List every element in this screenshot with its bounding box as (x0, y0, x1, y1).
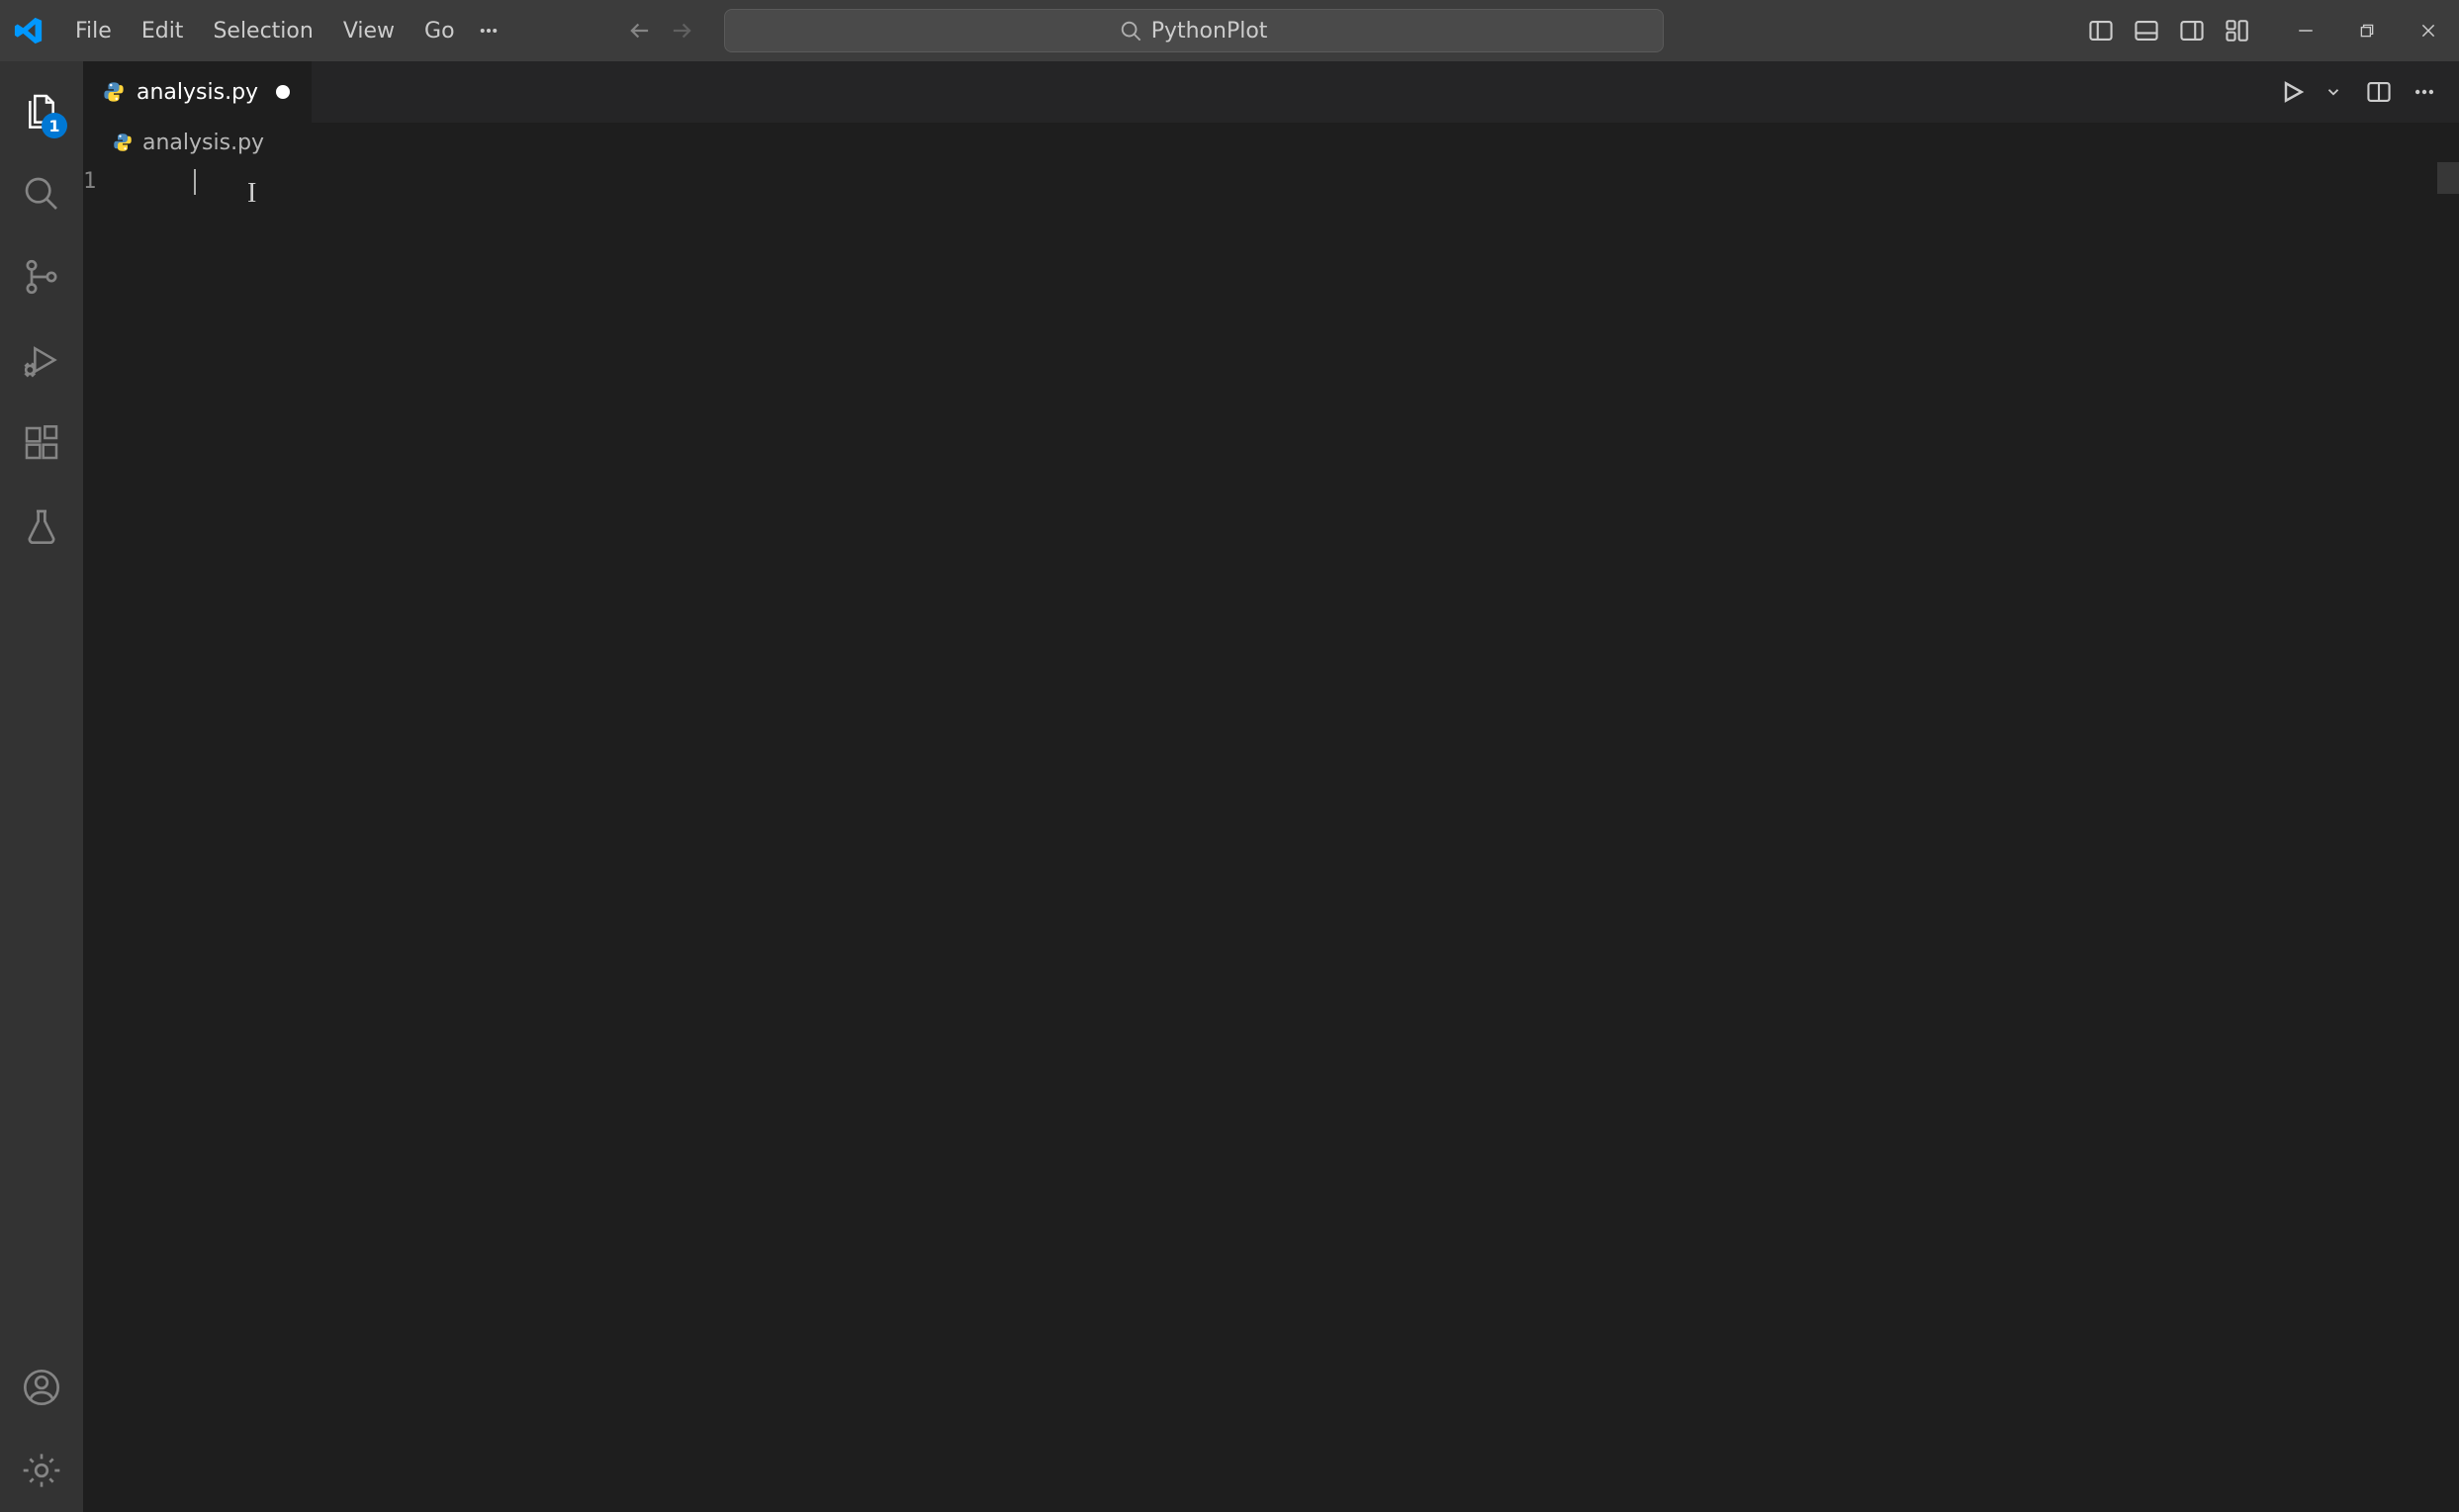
overview-thumb[interactable] (2437, 162, 2459, 194)
workbench-body: 1 (0, 61, 2459, 1512)
window-controls (2275, 0, 2459, 61)
toggle-panel-icon[interactable] (2127, 11, 2166, 50)
run-dropdown-icon[interactable] (2313, 71, 2354, 113)
activity-extensions[interactable] (0, 401, 83, 485)
activity-source-control[interactable] (0, 235, 83, 318)
activity-accounts[interactable] (0, 1346, 83, 1429)
code-line[interactable] (182, 166, 2459, 198)
nav-back-icon[interactable] (621, 12, 659, 49)
window-minimize-icon[interactable] (2275, 0, 2336, 61)
window-close-icon[interactable] (2398, 0, 2459, 61)
code-editor[interactable]: 1 I (83, 162, 2459, 1512)
activity-settings[interactable] (0, 1429, 83, 1512)
command-center-search[interactable]: PythonPlot (724, 9, 1664, 52)
python-file-icon (113, 133, 133, 152)
customize-layout-icon[interactable] (2218, 11, 2257, 50)
menu-edit[interactable]: Edit (128, 13, 198, 49)
editor-actions (2277, 61, 2459, 123)
menu-go[interactable]: Go (410, 13, 469, 49)
line-number-gutter: 1 (83, 162, 182, 1512)
run-file-button[interactable] (2277, 78, 2309, 106)
python-file-icon (103, 81, 125, 103)
layout-controls (2081, 11, 2257, 50)
activity-run-debug[interactable] (0, 318, 83, 401)
editor-area: analysis.py (83, 61, 2459, 1512)
search-icon (1120, 20, 1141, 42)
editor-more-icon[interactable] (2404, 71, 2445, 113)
activity-search[interactable] (0, 152, 83, 235)
overview-ruler[interactable] (2437, 162, 2459, 1512)
menu-file[interactable]: File (61, 13, 126, 49)
text-cursor-icon (194, 169, 196, 195)
menu-selection[interactable]: Selection (199, 13, 326, 49)
explorer-badge: 1 (42, 113, 67, 138)
tab-analysis-py[interactable]: analysis.py (83, 61, 312, 123)
activity-bar: 1 (0, 61, 83, 1512)
nav-forward-icon[interactable] (663, 12, 700, 49)
tab-label: analysis.py (137, 80, 258, 105)
code-content[interactable]: I (182, 162, 2459, 1512)
toggle-secondary-sidebar-icon[interactable] (2172, 11, 2212, 50)
vscode-logo-icon (12, 14, 46, 47)
window-restore-icon[interactable] (2336, 0, 2398, 61)
menu-more-icon[interactable] (471, 13, 506, 48)
split-editor-icon[interactable] (2358, 71, 2400, 113)
breadcrumb[interactable]: analysis.py (83, 123, 2459, 162)
activity-explorer[interactable]: 1 (0, 69, 83, 152)
activity-testing[interactable] (0, 485, 83, 568)
tab-dirty-indicator-icon[interactable] (276, 85, 290, 99)
nav-arrows (621, 12, 700, 49)
search-text: PythonPlot (1151, 19, 1268, 44)
breadcrumb-label: analysis.py (142, 131, 264, 155)
menu-bar: File Edit Selection View Go (61, 13, 506, 49)
menu-view[interactable]: View (329, 13, 409, 49)
app-window: File Edit Selection View Go PythonPlot (0, 0, 2459, 1512)
line-number: 1 (83, 166, 150, 198)
editor-tabs: analysis.py (83, 61, 2459, 123)
toggle-primary-sidebar-icon[interactable] (2081, 11, 2121, 50)
titlebar: File Edit Selection View Go PythonPlot (0, 0, 2459, 61)
